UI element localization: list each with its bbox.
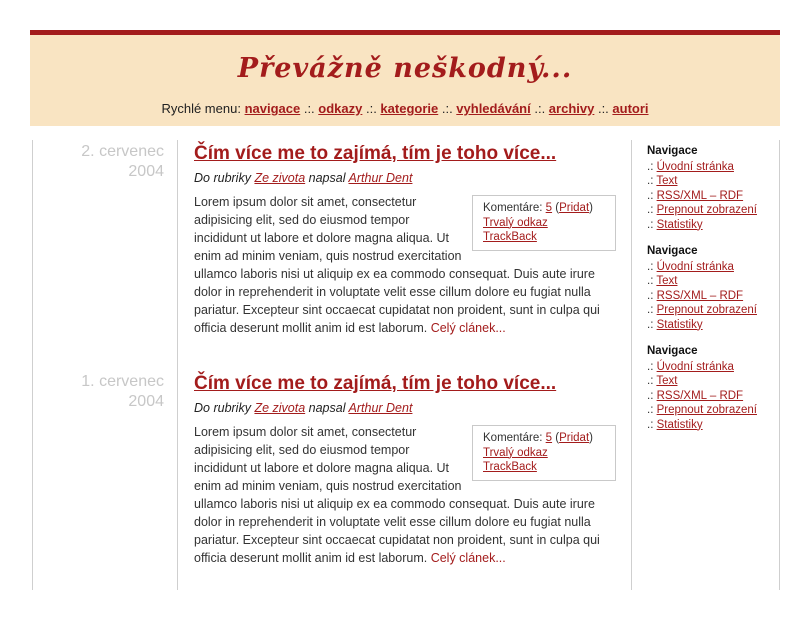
sidebar-bullet: .: — [647, 218, 654, 231]
post-info-box: Komentáre: 5 (Pridat) Trvalý odkaz Track… — [472, 195, 616, 251]
sidebar-bullet: .: — [647, 318, 654, 331]
column-divider — [631, 140, 632, 590]
column-divider — [779, 140, 780, 590]
post-date: 2. cervenec 2004 — [40, 142, 164, 182]
trackback-link[interactable]: TrackBack — [483, 461, 537, 473]
comments-count-link[interactable]: 5 — [546, 202, 552, 214]
sidebar-heading: Navigace — [647, 145, 698, 157]
post-date-year: 2004 — [128, 393, 164, 410]
sidebar-item-home[interactable]: Úvodní stránka — [657, 161, 734, 173]
post-date-day: 2. cervenec — [81, 143, 164, 160]
add-comment-link[interactable]: Pridat — [559, 202, 589, 214]
sidebar-item-home[interactable]: Úvodní stránka — [657, 361, 734, 373]
post-author-link[interactable]: Arthur Dent — [349, 171, 413, 185]
comments-line: Komentáre: 5 (Pridat) — [483, 432, 593, 444]
sidebar-item-switch-view[interactable]: Prepnout zobrazení — [657, 304, 757, 316]
quick-menu: Rychlé menu: navigace .:. odkazy .:. kat… — [30, 101, 780, 116]
post-info-box: Komentáre: 5 (Pridat) Trvalý odkaz Track… — [472, 425, 616, 481]
sidebar-item-statistics[interactable]: Statistiky — [657, 419, 703, 431]
post-meta-prefix: Do rubriky — [194, 171, 251, 185]
quick-menu-separator: .:. — [438, 101, 457, 116]
post-category-link[interactable]: Ze zivota — [254, 171, 305, 185]
quick-menu-vyhledavani[interactable]: vyhledávání — [456, 101, 530, 116]
sidebar-bullet: .: — [647, 289, 654, 302]
sidebar-item-home[interactable]: Úvodní stránka — [657, 261, 734, 273]
sidebar-block: Navigace .: Úvodní stránka .: Text .: RS… — [647, 344, 777, 432]
sidebar-block: Navigace .: Úvodní stránka .: Text .: RS… — [647, 144, 777, 232]
comments-label: Komentáre: — [483, 432, 543, 444]
sidebar-heading: Navigace — [647, 245, 698, 257]
post-title[interactable]: Čím více me to zajímá, tím je toho více.… — [194, 143, 622, 165]
quick-menu-navigace[interactable]: navigace — [245, 101, 301, 116]
sidebar: Navigace .: Úvodní stránka .: Text .: RS… — [647, 144, 777, 444]
site-title: Převážně neškodný... — [237, 53, 573, 84]
sidebar-item-statistics[interactable]: Statistiky — [657, 219, 703, 231]
sidebar-item-switch-view[interactable]: Prepnout zobrazení — [657, 204, 757, 216]
quick-menu-odkazy[interactable]: odkazy — [318, 101, 362, 116]
sidebar-bullet: .: — [647, 404, 654, 416]
column-divider — [32, 140, 33, 590]
sidebar-bullet: .: — [647, 260, 654, 273]
sidebar-item-switch-view[interactable]: Prepnout zobrazení — [657, 404, 757, 416]
quick-menu-kategorie[interactable]: kategorie — [380, 101, 438, 116]
sidebar-item-text[interactable]: Text — [656, 375, 677, 387]
sidebar-bullet: .: — [647, 418, 654, 431]
sidebar-bullet: .: — [647, 189, 654, 202]
trackback-link[interactable]: TrackBack — [483, 231, 537, 243]
sidebar-bullet: .: — [647, 375, 654, 387]
add-comment-link[interactable]: Pridat — [559, 432, 589, 444]
comments-line: Komentáre: 5 (Pridat) — [483, 202, 593, 214]
sidebar-bullet: .: — [647, 304, 654, 316]
quick-menu-autori[interactable]: autori — [612, 101, 648, 116]
sidebar-bullet: .: — [647, 160, 654, 173]
sidebar-bullet: .: — [647, 175, 654, 187]
sidebar-heading: Navigace — [647, 345, 698, 357]
comments-count-link[interactable]: 5 — [546, 432, 552, 444]
post-meta: Do rubriky Ze zivota napsal Arthur Dent — [194, 171, 622, 185]
quick-menu-separator: .:. — [362, 101, 381, 116]
sidebar-item-statistics[interactable]: Statistiky — [657, 319, 703, 331]
sidebar-bullet: .: — [647, 275, 654, 287]
read-more-link[interactable]: Celý clánek... — [431, 551, 506, 565]
post: Čím více me to zajímá, tím je toho více.… — [194, 143, 622, 337]
column-divider — [177, 140, 178, 590]
sidebar-bullet: .: — [647, 204, 654, 216]
sidebar-item-rss[interactable]: RSS/XML – RDF — [657, 190, 743, 202]
quick-menu-separator: .:. — [300, 101, 319, 116]
sidebar-bullet: .: — [647, 360, 654, 373]
post-category-link[interactable]: Ze zivota — [254, 401, 305, 415]
sidebar-item-rss[interactable]: RSS/XML – RDF — [657, 290, 743, 302]
post-title[interactable]: Čím více me to zajímá, tím je toho více.… — [194, 373, 622, 395]
post-date-day: 1. cervenec — [81, 373, 164, 390]
site-header: Převážně neškodný... Rychlé menu: naviga… — [30, 30, 780, 126]
post-author-link[interactable]: Arthur Dent — [349, 401, 413, 415]
sidebar-item-rss[interactable]: RSS/XML – RDF — [657, 390, 743, 402]
quick-menu-label: Rychlé menu: — [161, 101, 241, 116]
post-meta: Do rubriky Ze zivota napsal Arthur Dent — [194, 401, 622, 415]
permalink-link[interactable]: Trvalý odkaz — [483, 447, 548, 459]
post-body: Komentáre: 5 (Pridat) Trvalý odkaz Track… — [194, 423, 622, 567]
post-body: Komentáre: 5 (Pridat) Trvalý odkaz Track… — [194, 193, 622, 337]
quick-menu-separator: .:. — [594, 101, 613, 116]
post-meta-mid: napsal — [308, 401, 346, 415]
read-more-link[interactable]: Celý clánek... — [431, 321, 506, 335]
post-meta-mid: napsal — [308, 171, 346, 185]
quick-menu-separator: .:. — [530, 101, 549, 116]
sidebar-item-text[interactable]: Text — [656, 175, 677, 187]
quick-menu-archivy[interactable]: archivy — [549, 101, 595, 116]
sidebar-bullet: .: — [647, 389, 654, 402]
post-date: 1. cervenec 2004 — [40, 372, 164, 412]
permalink-link[interactable]: Trvalý odkaz — [483, 217, 548, 229]
post: Čím více me to zajímá, tím je toho více.… — [194, 373, 622, 567]
sidebar-block: Navigace .: Úvodní stránka .: Text .: RS… — [647, 244, 777, 332]
comments-label: Komentáre: — [483, 202, 543, 214]
post-meta-prefix: Do rubriky — [194, 401, 251, 415]
sidebar-item-text[interactable]: Text — [656, 275, 677, 287]
post-date-year: 2004 — [128, 163, 164, 180]
